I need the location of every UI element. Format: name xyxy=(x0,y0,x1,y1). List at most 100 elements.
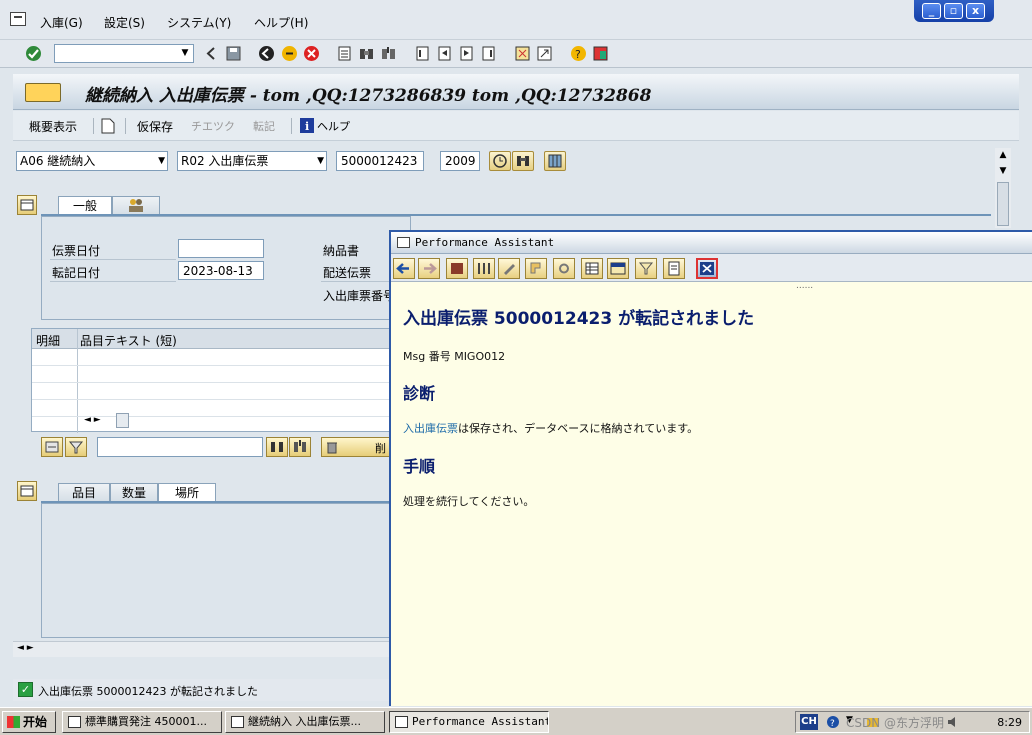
document-number-field[interactable]: 5000012423 xyxy=(336,151,424,171)
select-all-button[interactable] xyxy=(41,437,63,457)
sap-window-icon xyxy=(395,716,408,728)
find-icon[interactable] xyxy=(358,45,375,62)
next-page-icon[interactable] xyxy=(458,45,475,62)
chevron-down-icon: ▼ xyxy=(158,156,165,166)
table-row[interactable] xyxy=(32,350,410,366)
pa-tools-button[interactable] xyxy=(473,258,495,279)
command-field[interactable]: ▼ xyxy=(54,44,194,63)
first-page-icon[interactable] xyxy=(414,45,431,62)
pa-technical-info-button[interactable] xyxy=(446,258,468,279)
column-detail[interactable]: 明細 xyxy=(36,332,60,349)
layout-menu-icon[interactable] xyxy=(592,45,609,62)
collapse-detail-button[interactable] xyxy=(17,481,37,501)
pa-forward-button[interactable] xyxy=(418,258,440,279)
vertical-scroll-thumb[interactable] xyxy=(997,182,1009,226)
restore-button[interactable]: ▫ xyxy=(944,3,963,19)
print-icon[interactable] xyxy=(336,45,353,62)
scroll-up-icon[interactable]: ▲ xyxy=(995,148,1011,162)
previous-page-icon[interactable] xyxy=(436,45,453,62)
shortcut-icon[interactable] xyxy=(536,45,553,62)
new-session-icon[interactable] xyxy=(514,45,531,62)
horizontal-scrollbar[interactable]: ◄ ► xyxy=(13,641,391,657)
menu-help[interactable]: ヘルプ(H) xyxy=(254,14,308,31)
hold-button[interactable]: 仮保存 xyxy=(137,118,173,135)
scroll-left-right-icon[interactable]: ◄ ► xyxy=(17,643,34,653)
pa-edit-button[interactable] xyxy=(498,258,520,279)
back-green-icon[interactable] xyxy=(258,45,275,62)
close-window-button[interactable]: x xyxy=(966,3,985,19)
minimize-button[interactable]: _ xyxy=(922,3,941,19)
help-button[interactable]: ヘルプ xyxy=(317,118,350,134)
help-icon[interactable]: ? xyxy=(570,45,587,62)
shipping-document-label: 配送伝票 xyxy=(323,266,372,280)
taskbar-item-label: 標準購買発注 450001... xyxy=(85,715,207,728)
system-menu-icon[interactable] xyxy=(10,12,26,26)
document-date-field[interactable] xyxy=(178,239,264,258)
speaker-icon[interactable] xyxy=(946,715,960,729)
reference-select[interactable]: R02 入出庫伝票 ▼ xyxy=(177,151,327,171)
new-document-icon[interactable] xyxy=(101,118,115,134)
menu-goods-movement[interactable]: 入庫(G) xyxy=(40,14,83,31)
watermark: CSDN @东方浮明 xyxy=(846,716,945,730)
pa-message-number: Msg 番号 MIGO012 xyxy=(403,350,506,363)
fiscal-year-field[interactable]: 2009 xyxy=(440,151,480,171)
tab-material[interactable]: 品目 xyxy=(58,483,110,502)
table-row[interactable] xyxy=(32,367,410,383)
taskbar-item-goods-movement[interactable]: 継続納入 入出庫伝票... xyxy=(225,711,385,733)
item-find-button[interactable] xyxy=(266,437,288,457)
pa-back-button[interactable] xyxy=(393,258,415,279)
pa-print-button[interactable] xyxy=(663,258,685,279)
tab-general[interactable]: 一般 xyxy=(58,196,112,215)
help-tray-icon[interactable]: ? xyxy=(826,715,840,729)
pa-close-button[interactable] xyxy=(696,258,718,279)
cancel-icon[interactable] xyxy=(303,45,320,62)
pa-diagnosis-text: 入出庫伝票は保存され、データベースに格納されています。 xyxy=(403,420,698,436)
taskbar-item-performance-assistant[interactable]: Performance Assistant xyxy=(389,711,549,733)
start-button[interactable]: 开始 xyxy=(2,711,56,733)
table-row[interactable] xyxy=(32,384,410,400)
pa-layout-button[interactable] xyxy=(607,258,629,279)
item-search-field[interactable] xyxy=(97,437,263,457)
filter-button[interactable] xyxy=(65,437,87,457)
pa-splitter-handle[interactable]: ...... xyxy=(796,281,813,291)
document-date-label: 伝票日付 xyxy=(52,244,101,258)
delete-item-button[interactable]: 削 xyxy=(321,437,391,457)
last-page-icon[interactable] xyxy=(480,45,497,62)
transaction-menu-icon[interactable] xyxy=(25,83,61,102)
item-find-next-button[interactable] xyxy=(289,437,311,457)
posting-date-field[interactable]: 2023-08-13 xyxy=(178,261,264,280)
exit-icon[interactable] xyxy=(281,45,298,62)
hold-list-button[interactable] xyxy=(544,151,566,171)
scroll-down-icon[interactable]: ▼ xyxy=(995,164,1011,178)
tab-quantity[interactable]: 数量 xyxy=(110,483,158,502)
find-next-icon[interactable] xyxy=(380,45,397,62)
action-select[interactable]: A06 継続納入 ▼ xyxy=(16,151,168,171)
column-material-text[interactable]: 品目テキスト (短) xyxy=(80,332,177,349)
pa-table-button[interactable] xyxy=(581,258,603,279)
arrow-left-icon xyxy=(396,263,409,274)
pa-window-icon xyxy=(397,237,410,248)
back-arrow-icon[interactable] xyxy=(203,45,220,62)
status-message[interactable]: 入出庫伝票 5000012423 が転記されました xyxy=(38,683,258,699)
execute-button[interactable] xyxy=(489,151,511,171)
tab-location[interactable]: 場所 xyxy=(158,483,216,502)
svg-text:?: ? xyxy=(830,719,835,729)
info-icon[interactable]: i xyxy=(300,118,314,133)
tab-partner[interactable] xyxy=(112,196,160,215)
scroll-left-icon[interactable]: ◄ ► xyxy=(84,415,101,425)
horizontal-scroll-thumb[interactable] xyxy=(116,413,129,428)
pa-filter-button[interactable] xyxy=(635,258,657,279)
command-dropdown-icon[interactable]: ▼ xyxy=(178,46,192,61)
menu-settings[interactable]: 設定(S) xyxy=(104,14,145,31)
taskbar-item-purchase-order[interactable]: 標準購買発注 450001... xyxy=(62,711,222,733)
pa-document-link[interactable]: 入出庫伝票 xyxy=(403,422,458,435)
vertical-scrollbar[interactable]: ▲ ▼ xyxy=(995,148,1011,228)
menu-system[interactable]: システム(Y) xyxy=(167,14,231,31)
pa-bookmark-button[interactable] xyxy=(525,258,547,279)
search-help-button[interactable] xyxy=(512,151,534,171)
save-icon[interactable] xyxy=(225,45,242,62)
collapse-header-button[interactable] xyxy=(17,195,37,215)
enter-check-icon[interactable] xyxy=(25,45,42,62)
pa-settings-button[interactable] xyxy=(553,258,575,279)
overview-button[interactable]: 概要表示 xyxy=(29,118,77,135)
